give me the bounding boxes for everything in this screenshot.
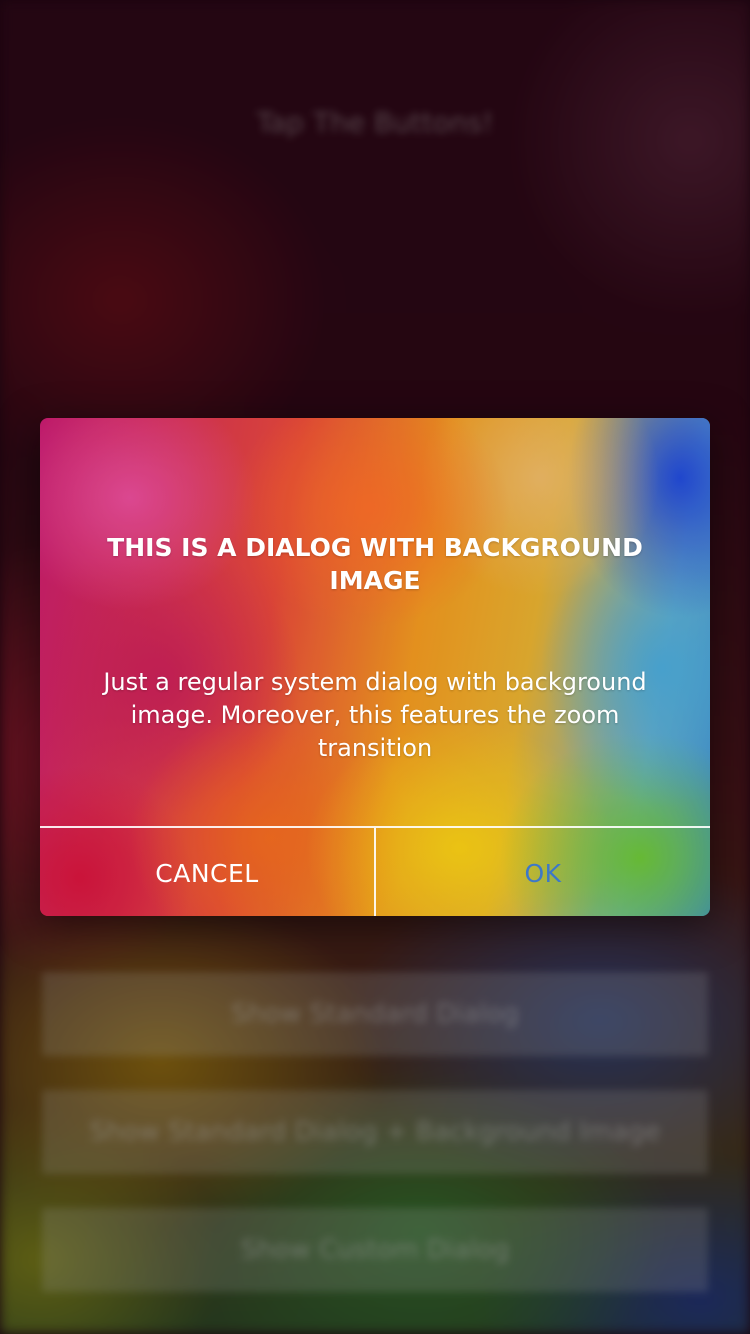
- dialog: THIS IS A DIALOG WITH BACKGROUND IMAGE J…: [40, 418, 710, 916]
- dialog-title: THIS IS A DIALOG WITH BACKGROUND IMAGE: [107, 533, 643, 595]
- cancel-button[interactable]: CANCEL: [40, 828, 376, 916]
- dialog-actions: CANCEL OK: [40, 826, 710, 916]
- dialog-message: Just a regular system dialog with backgr…: [103, 668, 647, 762]
- ok-button[interactable]: OK: [376, 828, 710, 916]
